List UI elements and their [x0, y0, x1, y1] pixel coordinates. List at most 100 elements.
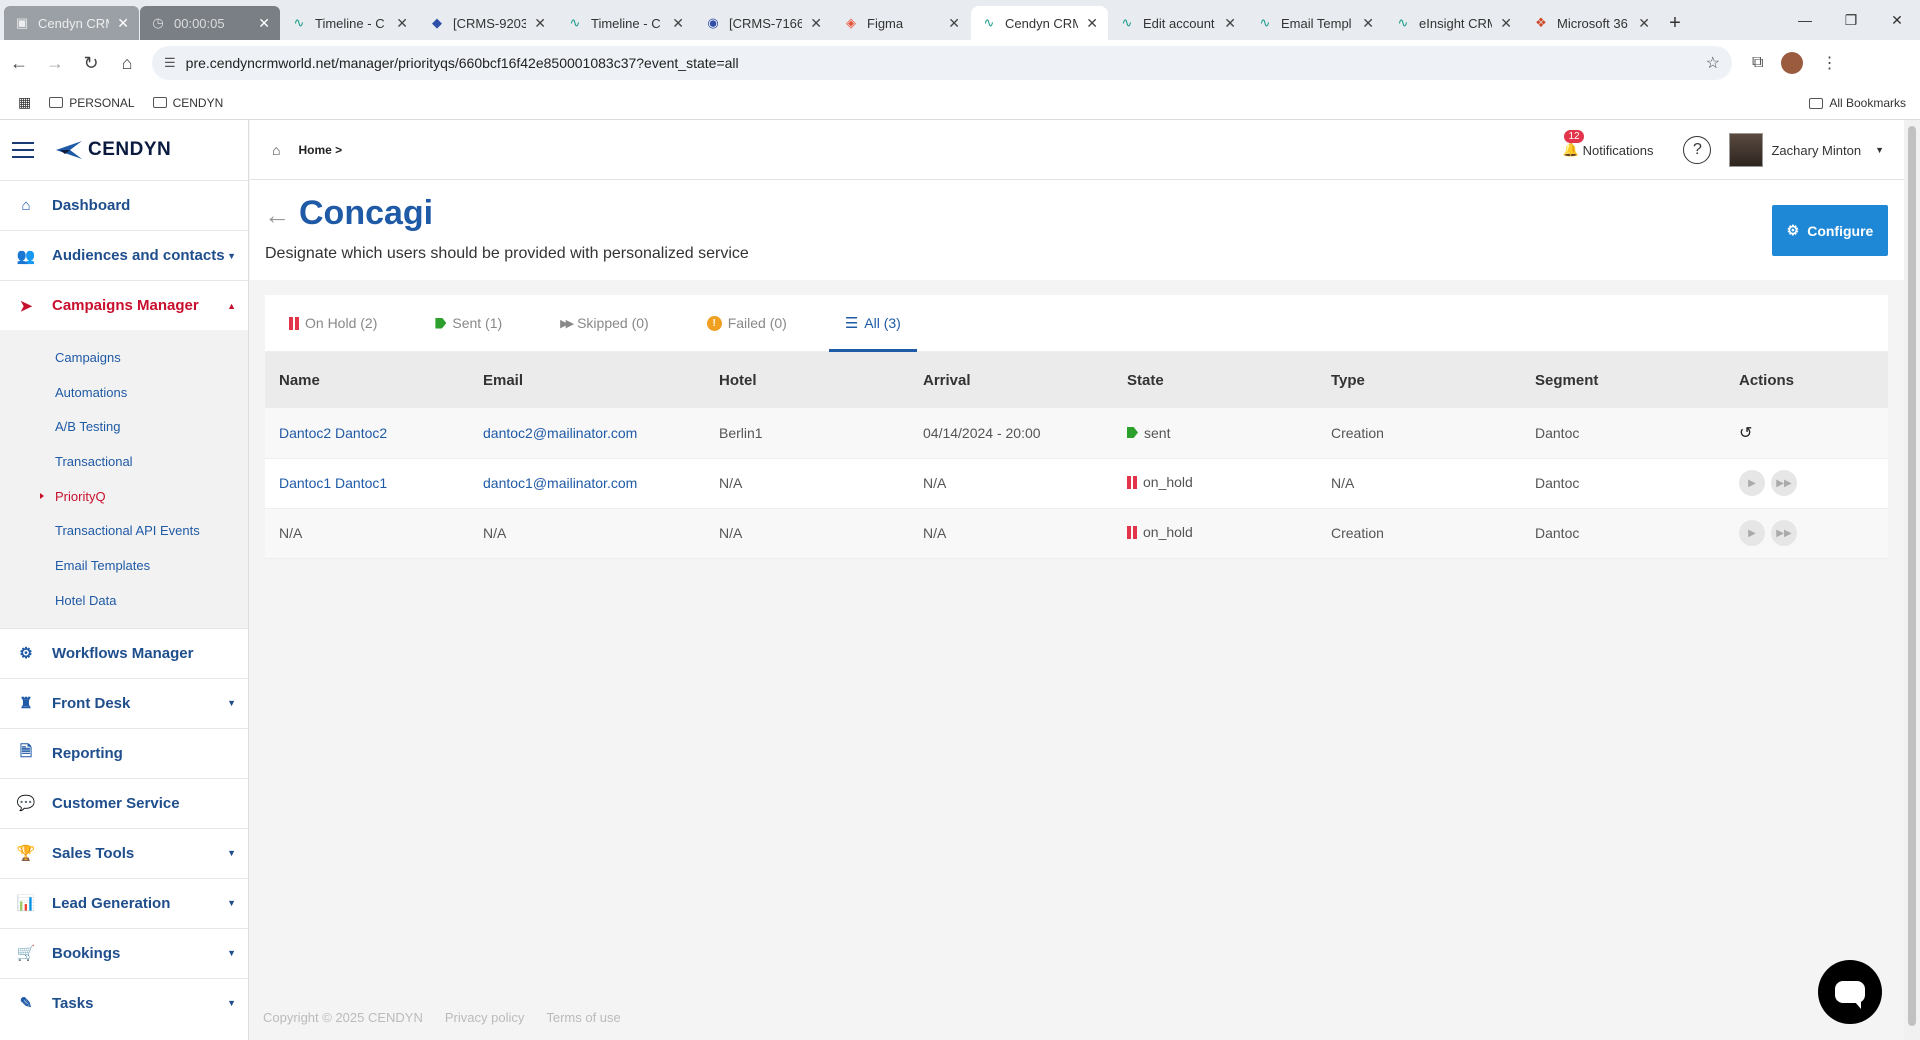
sidebar-item-lead-generation[interactable]: 📊 Lead Generation ▼	[0, 877, 248, 928]
bookmark-folder-personal[interactable]: PERSONAL	[49, 96, 135, 110]
sidebar-item-tasks[interactable]: ✎ Tasks ▼	[0, 977, 248, 1028]
tab-close-icon[interactable]: ✕	[1224, 15, 1236, 32]
tab-close-icon[interactable]: ✕	[1086, 15, 1098, 32]
subnav-priorityq[interactable]: PriorityQ	[0, 479, 248, 514]
chevron-down-icon[interactable]: ▼	[1875, 145, 1884, 155]
column-header[interactable]: Email	[469, 352, 705, 408]
sidebar-item-workflows-manager[interactable]: ⚙ Workflows Manager	[0, 627, 248, 678]
browser-tab-5[interactable]: ∿ Timeline - C ✕	[557, 6, 694, 40]
subnav-email-templates[interactable]: Email Templates	[0, 548, 248, 583]
extensions-icon[interactable]: ⧉	[1752, 54, 1763, 72]
send-icon[interactable]: ▶	[1739, 470, 1765, 496]
subnav-automations[interactable]: Automations	[0, 375, 248, 410]
browser-tab-2[interactable]: ◷ 00:00:05 ✕	[140, 6, 280, 40]
tab-close-icon[interactable]: ✕	[810, 15, 822, 32]
browser-tab-10[interactable]: ∿ Email Templ ✕	[1247, 6, 1384, 40]
browser-tab-4[interactable]: ◆ [CRMS-9203 ✕	[419, 6, 556, 40]
sidebar-item-audiences[interactable]: 👥 Audiences and contacts ▼	[0, 230, 248, 280]
home-icon[interactable]: ⌂	[110, 46, 144, 80]
home-icon[interactable]: ⌂	[272, 142, 280, 158]
all-bookmarks[interactable]: All Bookmarks	[1809, 86, 1906, 120]
tab-close-icon[interactable]: ✕	[258, 15, 270, 32]
column-header[interactable]: Arrival	[909, 352, 1113, 408]
browser-tab-1[interactable]: ▣ Cendyn CRM ✕	[4, 6, 139, 40]
browser-tab-8[interactable]: ∿ Cendyn CRM ✕	[971, 6, 1108, 40]
browser-tab-12[interactable]: ❖ Microsoft 36 ✕	[1523, 6, 1660, 40]
hamburger-menu-icon[interactable]	[12, 142, 34, 158]
avatar[interactable]	[1729, 133, 1764, 167]
column-header[interactable]: State	[1113, 352, 1317, 408]
subnav-ab-testing[interactable]: A/B Testing	[0, 409, 248, 444]
cell-name[interactable]: Dantoc1 Dantoc1	[265, 458, 469, 508]
browser-menu-icon[interactable]: ⋮	[1821, 53, 1837, 73]
configure-button[interactable]: ⚙ Configure	[1772, 205, 1888, 256]
column-header[interactable]: Hotel	[705, 352, 909, 408]
help-icon[interactable]: ?	[1683, 136, 1712, 164]
new-tab-button[interactable]: +	[1660, 6, 1690, 40]
column-header[interactable]: Segment	[1521, 352, 1725, 408]
column-header[interactable]: Type	[1317, 352, 1521, 408]
profile-avatar[interactable]	[1781, 52, 1804, 74]
subnav-transactional-api-events[interactable]: Transactional API Events	[0, 513, 248, 548]
subnav-campaigns[interactable]: Campaigns	[0, 340, 248, 375]
tab-all[interactable]: ☰ All (3)	[828, 295, 917, 352]
forward-icon[interactable]: →	[38, 46, 72, 80]
cell-name[interactable]: Dantoc2 Dantoc2	[265, 408, 469, 458]
tab-on-hold[interactable]: On Hold (2)	[273, 295, 393, 351]
browser-tab-6[interactable]: ◉ [CRMS-7166 ✕	[695, 6, 832, 40]
page-scrollbar[interactable]	[1904, 120, 1920, 1040]
tab-close-icon[interactable]: ✕	[948, 15, 960, 32]
bookmark-folder-cendyn[interactable]: CENDYN	[152, 96, 223, 110]
column-header[interactable]: Name	[265, 352, 469, 408]
url-text[interactable]: pre.cendyncrmworld.net/manager/priorityq…	[186, 55, 1696, 71]
sidebar-item-bookings[interactable]: 🛒 Bookings ▼	[0, 927, 248, 978]
tab-close-icon[interactable]: ✕	[1362, 15, 1374, 32]
sidebar-item-dashboard[interactable]: ⌂ Dashboard	[0, 180, 248, 230]
skip-icon[interactable]: ▶▶	[1771, 520, 1797, 546]
tab-failed[interactable]: ! Failed (0)	[691, 295, 803, 351]
apps-grid-icon[interactable]: ▦	[18, 94, 31, 111]
terms-link[interactable]: Terms of use	[546, 1010, 620, 1025]
url-field[interactable]: ☰ pre.cendyncrmworld.net/manager/priorit…	[152, 46, 1732, 80]
reload-icon[interactable]: ↻	[74, 46, 108, 80]
send-icon[interactable]: ▶	[1739, 520, 1765, 546]
sidebar-item-customer-service[interactable]: 💬 Customer Service	[0, 777, 248, 828]
sidebar-item-campaigns-manager[interactable]: ➤ Campaigns Manager ▲	[0, 280, 248, 330]
sent-flag-icon	[1127, 427, 1138, 438]
tab-sent[interactable]: Sent (1)	[419, 295, 518, 351]
bookmark-star-icon[interactable]: ☆	[1706, 53, 1720, 73]
subnav-transactional[interactable]: Transactional	[0, 444, 248, 479]
close-window-icon[interactable]: ✕	[1874, 0, 1920, 40]
tab-skipped[interactable]: ▶▶ Skipped (0)	[544, 295, 665, 351]
back-icon[interactable]: ←	[2, 46, 36, 80]
cell-email[interactable]: dantoc1@mailinator.com	[469, 458, 705, 508]
minimize-icon[interactable]: —	[1782, 0, 1828, 40]
restore-icon[interactable]: ❐	[1828, 0, 1874, 40]
tab-close-icon[interactable]: ✕	[534, 15, 546, 32]
breadcrumb[interactable]: Home >	[298, 143, 342, 157]
tab-close-icon[interactable]: ✕	[117, 15, 129, 32]
cendyn-logo[interactable]: CENDYN	[56, 139, 171, 161]
browser-tab-3[interactable]: ∿ Timeline - C ✕	[281, 6, 418, 40]
site-info-icon[interactable]: ☰	[164, 55, 176, 71]
chat-launcher-button[interactable]	[1818, 960, 1882, 1024]
browser-tab-7[interactable]: ◈ Figma ✕	[833, 6, 970, 40]
subnav-hotel-data[interactable]: Hotel Data	[0, 583, 248, 618]
undo-icon[interactable]: ↺	[1739, 423, 1752, 443]
privacy-link[interactable]: Privacy policy	[445, 1010, 524, 1025]
scrollbar-thumb[interactable]	[1908, 126, 1916, 1026]
browser-tab-9[interactable]: ∿ Edit account ✕	[1109, 6, 1246, 40]
notifications-button[interactable]: 🔔 12 Notifications	[1562, 130, 1653, 158]
tab-close-icon[interactable]: ✕	[1638, 15, 1650, 32]
browser-tab-11[interactable]: ∿ eInsight CRM ✕	[1385, 6, 1522, 40]
tab-close-icon[interactable]: ✕	[1500, 15, 1512, 32]
user-name[interactable]: Zachary Minton	[1771, 143, 1861, 158]
back-arrow-icon[interactable]: ←	[264, 200, 290, 231]
skip-icon[interactable]: ▶▶	[1771, 470, 1797, 496]
sidebar-item-reporting[interactable]: 🗎 Reporting	[0, 727, 248, 778]
tab-close-icon[interactable]: ✕	[672, 15, 684, 32]
cell-email[interactable]: dantoc2@mailinator.com	[469, 408, 705, 458]
sidebar-item-front-desk[interactable]: ♜ Front Desk ▼	[0, 677, 248, 728]
sidebar-item-sales-tools[interactable]: 🏆 Sales Tools ▼	[0, 827, 248, 878]
tab-close-icon[interactable]: ✕	[396, 15, 408, 32]
